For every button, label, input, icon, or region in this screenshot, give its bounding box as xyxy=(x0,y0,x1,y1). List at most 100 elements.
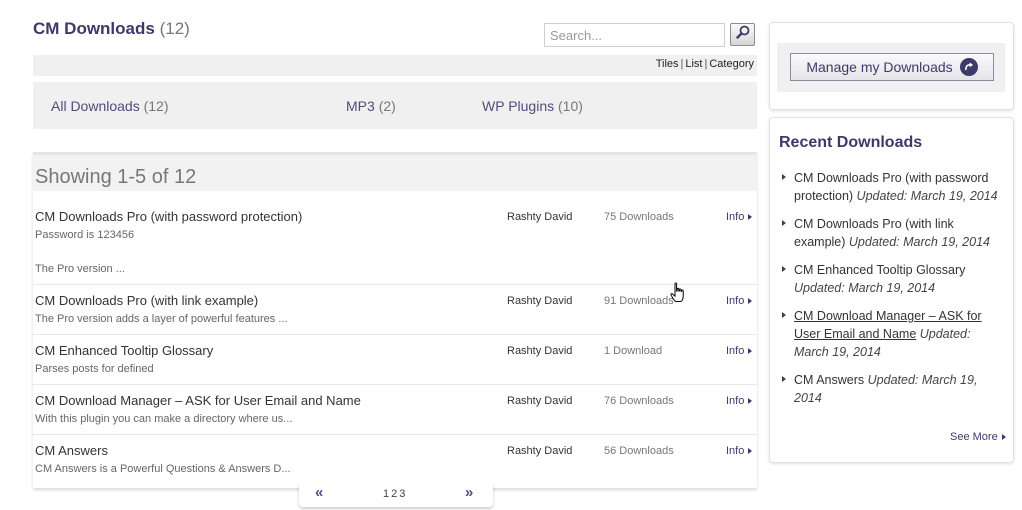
list-item: CM Downloads Pro (with link example) The… xyxy=(33,284,757,334)
list-item: CM Enhanced Tooltip Glossary Parses post… xyxy=(33,334,757,384)
page-title-text: CM Downloads xyxy=(33,19,155,38)
recent-item-updated-prefix: Updated: xyxy=(919,327,971,341)
view-separator: | xyxy=(680,58,684,70)
page-title: CM Downloads (12) xyxy=(33,19,190,39)
download-description: The Pro version adds a layer of powerful… xyxy=(35,313,288,325)
bullet-arrow-icon xyxy=(782,312,786,318)
recent-downloads-list: CM Downloads Pro (with password protecti… xyxy=(780,169,1008,417)
downloads-list: Showing 1-5 of 12 CM Downloads Pro (with… xyxy=(33,152,757,488)
page-link-2[interactable]: 2 xyxy=(391,488,397,500)
download-count: 75 Downloads xyxy=(604,211,674,223)
arrow-right-icon xyxy=(748,214,753,221)
recent-item-date: March 19, 2014 xyxy=(910,189,998,203)
category-label: All Downloads xyxy=(51,98,140,114)
results-count: Showing 1-5 of 12 xyxy=(33,155,757,191)
recent-item-title[interactable]: CM Answers xyxy=(794,373,864,387)
download-description-extra: The Pro version ... xyxy=(35,263,125,275)
info-label: Info xyxy=(726,345,745,357)
list-item: CM Downloads Pro (with password protecti… xyxy=(33,205,757,286)
download-author: Rashty David xyxy=(507,295,573,307)
category-filter: All Downloads (12) MP3 (2) WP Plugins (1… xyxy=(33,82,757,129)
recent-item-updated-prefix: Updated: xyxy=(848,235,900,249)
info-label: Info xyxy=(726,445,745,457)
recent-item-date: March 19, 2014 xyxy=(903,235,990,249)
info-link[interactable]: Info xyxy=(726,295,753,307)
category-wp-plugins[interactable]: WP Plugins (10) xyxy=(482,98,583,114)
view-mode-bar: Tiles | List | Category xyxy=(33,55,757,76)
manage-downloads-label: Manage my Downloads xyxy=(806,59,953,75)
redo-arrow-icon xyxy=(959,58,978,76)
download-description: Password is 123456 xyxy=(35,229,135,241)
download-description: Parses posts for defined xyxy=(35,363,154,375)
download-author: Rashty David xyxy=(507,395,573,407)
category-count: (12) xyxy=(143,98,169,114)
bullet-arrow-icon xyxy=(782,266,786,272)
arrow-right-icon xyxy=(1001,434,1006,441)
category-count: (2) xyxy=(378,98,396,114)
search-icon xyxy=(735,25,750,44)
recent-item-updated-prefix: Updated: xyxy=(856,189,908,203)
info-label: Info xyxy=(726,211,745,223)
download-author: Rashty David xyxy=(507,345,573,357)
recent-downloads-title: Recent Downloads xyxy=(779,134,923,151)
prev-page-button[interactable]: « xyxy=(315,484,323,501)
view-category-link[interactable]: Category xyxy=(709,58,754,70)
hand-cursor-icon xyxy=(670,282,686,309)
recent-item-updated-prefix: Updated: xyxy=(794,281,845,295)
download-title[interactable]: CM Downloads Pro (with link example) xyxy=(35,293,258,308)
recent-item-date: March 19, 2014 xyxy=(848,281,936,295)
recent-item: CM Answers Updated: March 19, 2014 xyxy=(780,371,1008,407)
recent-downloads-panel: Recent Downloads CM Downloads Pro (with … xyxy=(769,117,1014,463)
view-separator: | xyxy=(704,58,708,70)
see-more-link[interactable]: See More xyxy=(950,431,1006,443)
info-link[interactable]: Info xyxy=(726,395,753,407)
download-count: 56 Downloads xyxy=(604,445,674,457)
download-count: 91 Downloads xyxy=(604,295,674,307)
info-link[interactable]: Info xyxy=(726,345,753,357)
pagination: « 123 » xyxy=(299,483,493,507)
manage-downloads-button[interactable]: Manage my Downloads xyxy=(790,53,994,81)
info-link[interactable]: Info xyxy=(726,445,753,457)
recent-item-date: March 19, 2014 xyxy=(794,345,881,359)
category-mp3[interactable]: MP3 (2) xyxy=(346,98,396,114)
search-input[interactable] xyxy=(544,23,725,47)
page-title-count: (12) xyxy=(159,19,190,38)
page-link-1[interactable]: 1 xyxy=(383,488,389,500)
download-count: 1 Download xyxy=(604,345,663,357)
next-page-button[interactable]: » xyxy=(465,484,473,501)
info-label: Info xyxy=(726,295,745,307)
recent-item-title[interactable]: CM Enhanced Tooltip Glossary xyxy=(794,263,965,277)
download-title[interactable]: CM Answers xyxy=(35,443,108,458)
view-tiles-link[interactable]: Tiles xyxy=(656,58,679,70)
download-title[interactable]: CM Downloads Pro (with password protecti… xyxy=(35,209,302,224)
recent-item: CM Enhanced Tooltip Glossary Updated: Ma… xyxy=(780,261,1008,297)
manage-panel-inner: Manage my Downloads xyxy=(777,43,1005,92)
arrow-right-icon xyxy=(748,448,753,455)
category-label: WP Plugins xyxy=(482,98,555,114)
recent-item: CM Download Manager – ASK for User Email… xyxy=(780,307,1008,361)
list-item: CM Download Manager – ASK for User Email… xyxy=(33,384,757,434)
manage-panel: Manage my Downloads xyxy=(769,22,1014,110)
category-label: MP3 xyxy=(346,98,375,114)
download-title[interactable]: CM Enhanced Tooltip Glossary xyxy=(35,343,213,358)
download-author: Rashty David xyxy=(507,211,573,223)
download-description: CM Answers is a Powerful Questions & Ans… xyxy=(35,463,291,475)
download-author: Rashty David xyxy=(507,445,573,457)
arrow-right-icon xyxy=(748,298,753,305)
bullet-arrow-icon xyxy=(782,220,786,226)
arrow-right-icon xyxy=(748,398,753,405)
view-mode-links: Tiles | List | Category xyxy=(656,58,754,70)
info-link[interactable]: Info xyxy=(726,211,753,223)
recent-item: CM Downloads Pro (with link example) Upd… xyxy=(780,215,1008,251)
category-count: (10) xyxy=(558,98,583,114)
download-description: With this plugin you can make a director… xyxy=(35,413,293,425)
view-list-link[interactable]: List xyxy=(685,58,702,70)
recent-item: CM Downloads Pro (with password protecti… xyxy=(780,169,1008,205)
bullet-arrow-icon xyxy=(782,376,786,382)
arrow-right-icon xyxy=(748,348,753,355)
list-item: CM Answers CM Answers is a Powerful Ques… xyxy=(33,434,757,484)
download-title[interactable]: CM Download Manager – ASK for User Email… xyxy=(35,393,361,408)
search-button[interactable] xyxy=(730,23,755,46)
category-all-downloads[interactable]: All Downloads (12) xyxy=(51,98,169,114)
page-link-3[interactable]: 3 xyxy=(399,488,405,500)
